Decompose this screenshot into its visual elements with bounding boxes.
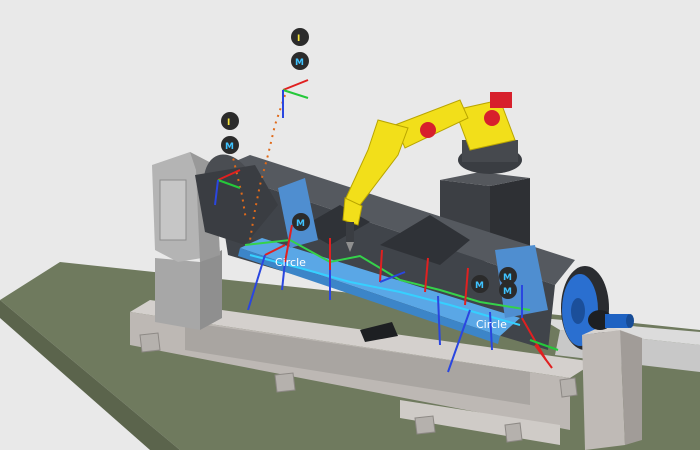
scene-canvas[interactable]: Circle Circle I M I M M M M M (0, 0, 700, 450)
waypoint-m-icon[interactable]: M (292, 213, 310, 231)
waypoint-i-letter: I (297, 34, 300, 44)
headstock-vent (159, 179, 187, 241)
waypoint-m-letter: M (475, 281, 484, 291)
waypoint-i-letter: I (227, 118, 230, 128)
waypoint-m-letter: M (225, 142, 234, 152)
tailstock-column (582, 330, 625, 450)
waypoint-m-icon[interactable]: M (221, 136, 239, 154)
waypoint-m-letter: M (296, 219, 305, 229)
3d-viewport[interactable]: Circle Circle I M I M M M M M (0, 0, 700, 450)
waypoint-m-letter: M (503, 287, 512, 297)
waypoint-i-icon[interactable]: I (291, 28, 309, 46)
tailstock-faceplate-hub (571, 298, 585, 324)
waypoint-m-icon[interactable]: M (499, 281, 517, 299)
headstock-column (155, 258, 200, 330)
circle-label-right: Circle (476, 318, 507, 331)
waypoint-m-icon[interactable]: M (291, 52, 309, 70)
robot-torch (346, 222, 354, 242)
waypoint-m-icon[interactable]: M (471, 275, 489, 293)
robot-joint-j2 (484, 110, 500, 126)
robot-forearm (344, 119, 409, 206)
robot-joint-j3 (420, 122, 436, 138)
waypoint-i-icon[interactable]: I (221, 112, 239, 130)
headstock-column-side (200, 250, 222, 330)
waypoint-m-letter: M (295, 58, 304, 68)
robot-shoulder-motor (490, 92, 512, 108)
circle-label-left: Circle (275, 256, 306, 269)
tailstock-motor (588, 310, 634, 330)
